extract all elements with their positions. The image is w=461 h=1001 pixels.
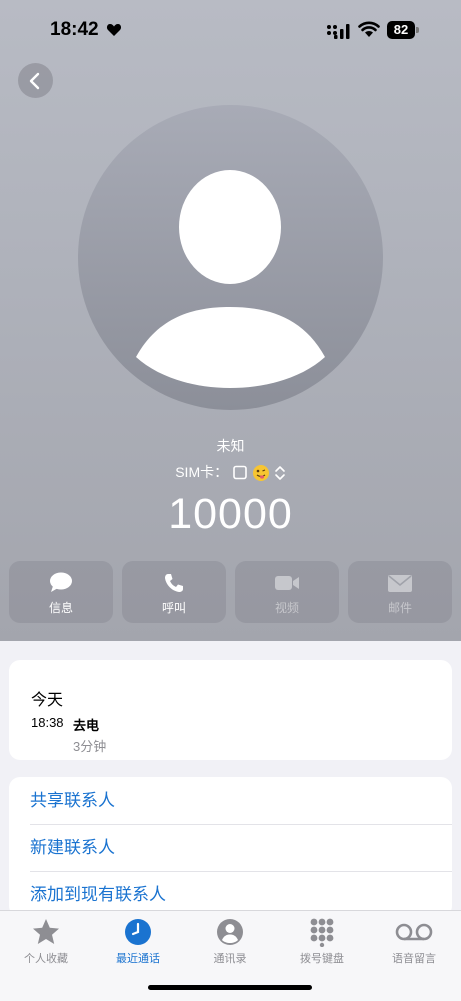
call-label: 呼叫 bbox=[161, 601, 186, 615]
keypad-icon bbox=[310, 918, 334, 948]
mail-label: 邮件 bbox=[387, 601, 412, 615]
back-button[interactable] bbox=[18, 63, 53, 98]
battery-level: 82 bbox=[387, 21, 415, 39]
home-indicator[interactable] bbox=[148, 985, 312, 990]
contact-avatar bbox=[78, 105, 383, 410]
tab-voicemail-label: 语音留言 bbox=[392, 953, 436, 965]
tab-favorites[interactable]: 个人收藏 bbox=[0, 911, 92, 981]
heart-icon bbox=[106, 24, 122, 36]
share-contact-link[interactable]: 共享联系人 bbox=[30, 777, 452, 825]
winking-face-emoji-icon bbox=[252, 465, 269, 482]
tab-keypad-label: 拨号键盘 bbox=[300, 953, 344, 965]
video-button[interactable]: 视频 bbox=[235, 561, 339, 623]
sim-card-icon bbox=[233, 465, 247, 480]
contact-name: 未知 bbox=[216, 438, 245, 454]
star-icon bbox=[33, 919, 59, 944]
voicemail-icon bbox=[395, 923, 433, 941]
chevron-left-icon bbox=[29, 72, 40, 90]
status-time: 18:42 bbox=[50, 19, 99, 40]
video-icon bbox=[275, 576, 299, 590]
contact-actions-card: 共享联系人 新建联系人 添加到现有联系人 bbox=[9, 777, 452, 917]
tab-recents[interactable]: 最近通话 bbox=[92, 911, 184, 981]
call-history-card: 今天 18:38 去电 3分钟 bbox=[9, 660, 452, 760]
phone-icon bbox=[165, 574, 183, 592]
contact-header: 18:42 82 未知 SIM卡： 10000 信息 呼叫 视频 邮件 bbox=[0, 0, 461, 641]
message-label: 信息 bbox=[48, 601, 73, 615]
tab-favorites-label: 个人收藏 bbox=[24, 953, 68, 965]
tab-contacts[interactable]: 通讯录 bbox=[184, 911, 276, 981]
tab-voicemail[interactable]: 语音留言 bbox=[368, 911, 460, 981]
chevron-updown-icon bbox=[274, 466, 285, 481]
tab-contacts-label: 通讯录 bbox=[213, 953, 247, 965]
person-silhouette-icon bbox=[136, 170, 325, 388]
new-contact-link[interactable]: 新建联系人 bbox=[30, 824, 452, 872]
phone-number: 10000 bbox=[168, 490, 293, 538]
tab-keypad[interactable]: 拨号键盘 bbox=[276, 911, 368, 981]
sim-label: SIM卡： bbox=[175, 464, 229, 480]
wifi-icon bbox=[358, 21, 380, 37]
battery-tip bbox=[416, 27, 419, 33]
battery-indicator: 82 bbox=[387, 21, 421, 39]
clock-icon bbox=[125, 919, 151, 945]
call-history-date: 今天 bbox=[31, 692, 64, 709]
sim-selector[interactable]: SIM卡： bbox=[0, 462, 461, 482]
status-bar: 18:42 82 bbox=[0, 0, 461, 60]
call-time: 18:38 bbox=[31, 715, 64, 730]
message-button[interactable]: 信息 bbox=[9, 561, 113, 623]
call-button[interactable]: 呼叫 bbox=[122, 561, 226, 623]
mail-button[interactable]: 邮件 bbox=[348, 561, 452, 623]
call-duration: 3分钟 bbox=[73, 739, 107, 754]
video-label: 视频 bbox=[274, 601, 299, 615]
cellular-signal-icon bbox=[327, 24, 350, 39]
message-icon bbox=[50, 572, 72, 592]
tab-recents-label: 最近通话 bbox=[116, 953, 160, 965]
mail-icon bbox=[388, 575, 412, 592]
call-type: 去电 bbox=[73, 718, 100, 733]
person-icon bbox=[217, 919, 243, 945]
